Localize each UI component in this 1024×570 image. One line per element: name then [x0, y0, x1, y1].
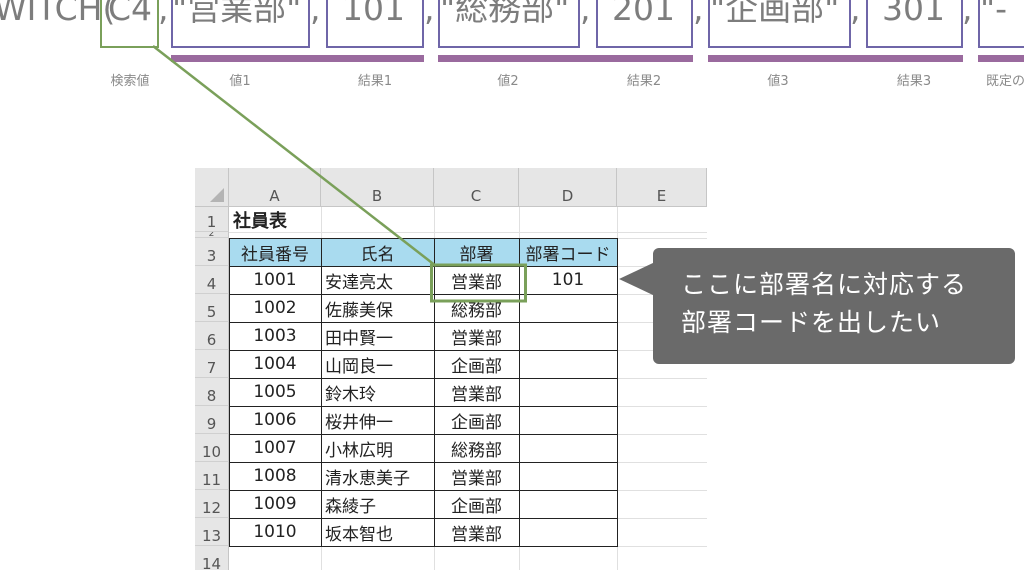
cell-employee-id[interactable]: 1006: [229, 406, 321, 434]
formula-arg-value3: "企画部": [710, 0, 840, 28]
label-result1: 結果1: [357, 74, 393, 89]
formula-arg-value1: "営業部": [172, 0, 302, 28]
cell-department[interactable]: 営業部: [434, 266, 519, 294]
formula-comma: ,: [424, 0, 435, 28]
row-header-13[interactable]: 13: [195, 518, 229, 546]
cell-name[interactable]: 清水恵美子: [321, 462, 434, 490]
select-all-corner[interactable]: [195, 168, 229, 207]
cell-department[interactable]: 企画部: [434, 406, 519, 434]
cell-department-code[interactable]: [519, 518, 617, 546]
row-header-8[interactable]: 8: [195, 378, 229, 406]
cell-department-code[interactable]: [519, 378, 617, 406]
cell-department[interactable]: 企画部: [434, 490, 519, 518]
formula-display: WITCH( C4 , "営業部" , 101 , "総務部" , 201 , …: [0, 0, 1024, 100]
cell-department[interactable]: 総務部: [434, 434, 519, 462]
column-header-c[interactable]: C: [434, 168, 519, 207]
formula-comma: ,: [962, 0, 973, 28]
cell-employee-id[interactable]: 1007: [229, 434, 321, 462]
cell-department-code[interactable]: [519, 462, 617, 490]
label-value2: 値2: [497, 74, 519, 89]
cell-department[interactable]: 営業部: [434, 378, 519, 406]
formula-comma: ,: [310, 0, 321, 28]
cell-employee-id[interactable]: 1003: [229, 322, 321, 350]
label-lookup-value: 検索値: [110, 74, 150, 89]
cell-department-code[interactable]: [519, 434, 617, 462]
cell-name[interactable]: 小林広明: [321, 434, 434, 462]
column-header-d[interactable]: D: [519, 168, 617, 207]
cell-employee-id[interactable]: 1005: [229, 378, 321, 406]
row-header-3[interactable]: 3: [195, 238, 229, 266]
cell-name[interactable]: 山岡良一: [321, 350, 434, 378]
cell-department-code[interactable]: [519, 294, 617, 322]
header-employee-id[interactable]: 社員番号: [229, 238, 321, 266]
column-header-b[interactable]: B: [321, 168, 434, 207]
cell-department[interactable]: 営業部: [434, 518, 519, 546]
callout-line-2: 部署コードを出したい: [681, 308, 942, 337]
formula-arg-value2: "総務部": [440, 0, 570, 28]
cell-name[interactable]: 桜井伸一: [321, 406, 434, 434]
cell-department-code[interactable]: 101: [519, 266, 617, 294]
spreadsheet: A B C D E 1 2 3 4 5 6 7 8 9 10 11 12 13 …: [195, 168, 707, 570]
row-header-14[interactable]: 14: [195, 546, 229, 570]
cell-department[interactable]: 企画部: [434, 350, 519, 378]
cell-employee-id[interactable]: 1010: [229, 518, 321, 546]
formula-comma: ,: [693, 0, 704, 28]
cell-name[interactable]: 森綾子: [321, 490, 434, 518]
sheet-title[interactable]: 社員表: [229, 207, 429, 232]
cell-employee-id[interactable]: 1008: [229, 462, 321, 490]
label-value3: 値3: [767, 74, 789, 89]
row-header-4[interactable]: 4: [195, 266, 229, 294]
cell-name[interactable]: 坂本智也: [321, 518, 434, 546]
formula-func-name: WITCH(: [0, 0, 116, 28]
cell-name[interactable]: 安達亮太: [321, 266, 434, 294]
row-header-5[interactable]: 5: [195, 294, 229, 322]
pair1-bracket-bar: [171, 55, 424, 62]
column-header-a[interactable]: A: [229, 168, 321, 207]
row-header-1[interactable]: 1: [195, 207, 229, 232]
formula-comma: ,: [158, 0, 169, 28]
cell-employee-id[interactable]: 1009: [229, 490, 321, 518]
cell-department-code[interactable]: [519, 322, 617, 350]
formula-arg-result2: 201: [612, 0, 675, 28]
row-header-9[interactable]: 9: [195, 406, 229, 434]
callout-pointer: [619, 262, 655, 296]
column-header-e[interactable]: E: [617, 168, 707, 207]
label-value1: 値1: [229, 74, 251, 89]
callout-text: ここに部署名に対応する 部署コードを出したい: [681, 266, 1001, 342]
cell-name[interactable]: 鈴木玲: [321, 378, 434, 406]
header-department-code[interactable]: 部署コード: [519, 238, 617, 266]
cell-employee-id[interactable]: 1002: [229, 294, 321, 322]
cell-name[interactable]: 田中賢一: [321, 322, 434, 350]
cell-department-code[interactable]: [519, 406, 617, 434]
row-header-10[interactable]: 10: [195, 434, 229, 462]
callout-bubble: ここに部署名に対応する 部署コードを出したい: [653, 248, 1015, 364]
header-department[interactable]: 部署: [434, 238, 519, 266]
row-header-11[interactable]: 11: [195, 462, 229, 490]
formula-arg-lookup: C4: [108, 0, 153, 28]
formula-comma: ,: [850, 0, 861, 28]
cell-name[interactable]: 佐藤美保: [321, 294, 434, 322]
cell-department-code[interactable]: [519, 350, 617, 378]
cell-employee-id[interactable]: 1001: [229, 266, 321, 294]
pair3-bracket-bar: [708, 55, 963, 62]
cell-department-code[interactable]: [519, 490, 617, 518]
cell-department[interactable]: 営業部: [434, 322, 519, 350]
formula-arg-result3: 301: [882, 0, 945, 28]
formula-arg-result1: 101: [342, 0, 405, 28]
default-bracket-bar: [978, 55, 1024, 62]
callout-line-1: ここに部署名に対応する: [681, 270, 968, 299]
cell-department[interactable]: 営業部: [434, 462, 519, 490]
cell-employee-id[interactable]: 1004: [229, 350, 321, 378]
label-result2: 結果2: [626, 74, 662, 89]
label-result3: 結果3: [896, 74, 932, 89]
formula-arg-default: "-: [980, 0, 1008, 28]
cell-department[interactable]: 総務部: [434, 294, 519, 322]
header-name[interactable]: 氏名: [321, 238, 434, 266]
row-header-6[interactable]: 6: [195, 322, 229, 350]
pair2-bracket-bar: [438, 55, 693, 62]
row-header-12[interactable]: 12: [195, 490, 229, 518]
row-header-7[interactable]: 7: [195, 350, 229, 378]
label-default: 既定の: [986, 74, 1024, 89]
formula-comma: ,: [580, 0, 591, 28]
